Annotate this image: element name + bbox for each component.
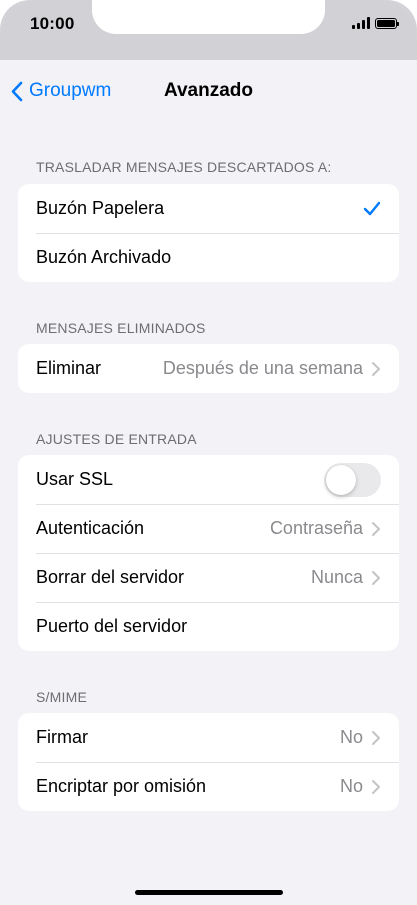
section-header-deleted: MENSAJES ELIMINADOS bbox=[36, 320, 206, 336]
section-header-discarded: TRASLADAR MENSAJES DESCARTADOS A: bbox=[36, 159, 332, 175]
row-server-port[interactable]: Puerto del servidor bbox=[18, 602, 399, 651]
discarded-mailbox-group: Buzón Papelera Buzón Archivado bbox=[18, 184, 399, 282]
row-value: Contraseña bbox=[269, 518, 363, 538]
toggle-knob bbox=[326, 464, 356, 495]
row-authentication[interactable]: Autenticación Contraseña bbox=[18, 504, 399, 553]
row-use-ssl: Usar SSL bbox=[18, 455, 399, 504]
status-bar: 10:00 bbox=[0, 0, 417, 60]
home-indicator[interactable] bbox=[135, 890, 283, 895]
section-header-incoming: AJUSTES DE ENTRADA bbox=[36, 431, 197, 447]
option-label: Buzón Papelera bbox=[36, 198, 165, 218]
chevron-right-icon bbox=[372, 361, 380, 376]
option-trash-mailbox[interactable]: Buzón Papelera bbox=[18, 184, 399, 233]
row-label: Borrar del servidor bbox=[36, 567, 185, 587]
row-label: Usar SSL bbox=[36, 469, 114, 489]
smime-group: Firmar No Encriptar por omisión No bbox=[18, 713, 399, 811]
navigation-bar: Groupwm Avanzado bbox=[0, 60, 417, 122]
incoming-settings-group: Usar SSL Autenticación Contraseña Borrar… bbox=[18, 455, 399, 651]
notch bbox=[92, 0, 325, 34]
status-time: 10:00 bbox=[30, 14, 75, 33]
option-label: Buzón Archivado bbox=[36, 247, 172, 267]
option-archive-mailbox[interactable]: Buzón Archivado bbox=[18, 233, 399, 282]
settings-content: Groupwm Avanzado TRASLADAR MENSAJES DESC… bbox=[0, 60, 417, 905]
row-label: Firmar bbox=[36, 727, 88, 747]
section-header-smime: S/MIME bbox=[36, 689, 87, 705]
page-title: Avanzado bbox=[163, 80, 254, 101]
screen: 10:00 Groupwm Avanzado TRASLADAR MENSAJE… bbox=[0, 0, 417, 905]
row-value: No bbox=[339, 776, 363, 796]
chevron-right-icon bbox=[372, 730, 380, 745]
deleted-messages-group: Eliminar Después de una semana bbox=[18, 344, 399, 393]
row-remove[interactable]: Eliminar Después de una semana bbox=[18, 344, 399, 393]
row-value: No bbox=[339, 727, 363, 747]
row-value: Después de una semana bbox=[162, 358, 363, 378]
row-label: Encriptar por omisión bbox=[36, 776, 207, 796]
row-value: Nunca bbox=[310, 567, 363, 587]
phone-frame: 10:00 Groupwm Avanzado TRASLADAR MENSAJE… bbox=[0, 0, 417, 905]
ssl-toggle[interactable] bbox=[324, 462, 381, 497]
row-sign[interactable]: Firmar No bbox=[18, 713, 399, 762]
row-label: Puerto del servidor bbox=[36, 616, 188, 636]
row-label: Eliminar bbox=[36, 358, 102, 378]
cellular-signal-icon bbox=[352, 17, 370, 29]
chevron-right-icon bbox=[372, 570, 380, 585]
row-delete-from-server[interactable]: Borrar del servidor Nunca bbox=[18, 553, 399, 602]
status-icons bbox=[352, 17, 399, 29]
checkmark-icon bbox=[363, 201, 381, 216]
battery-icon bbox=[375, 17, 399, 29]
row-label: Autenticación bbox=[36, 518, 145, 538]
chevron-right-icon bbox=[372, 521, 380, 536]
chevron-right-icon bbox=[372, 779, 380, 794]
row-encrypt-by-default[interactable]: Encriptar por omisión No bbox=[18, 762, 399, 811]
